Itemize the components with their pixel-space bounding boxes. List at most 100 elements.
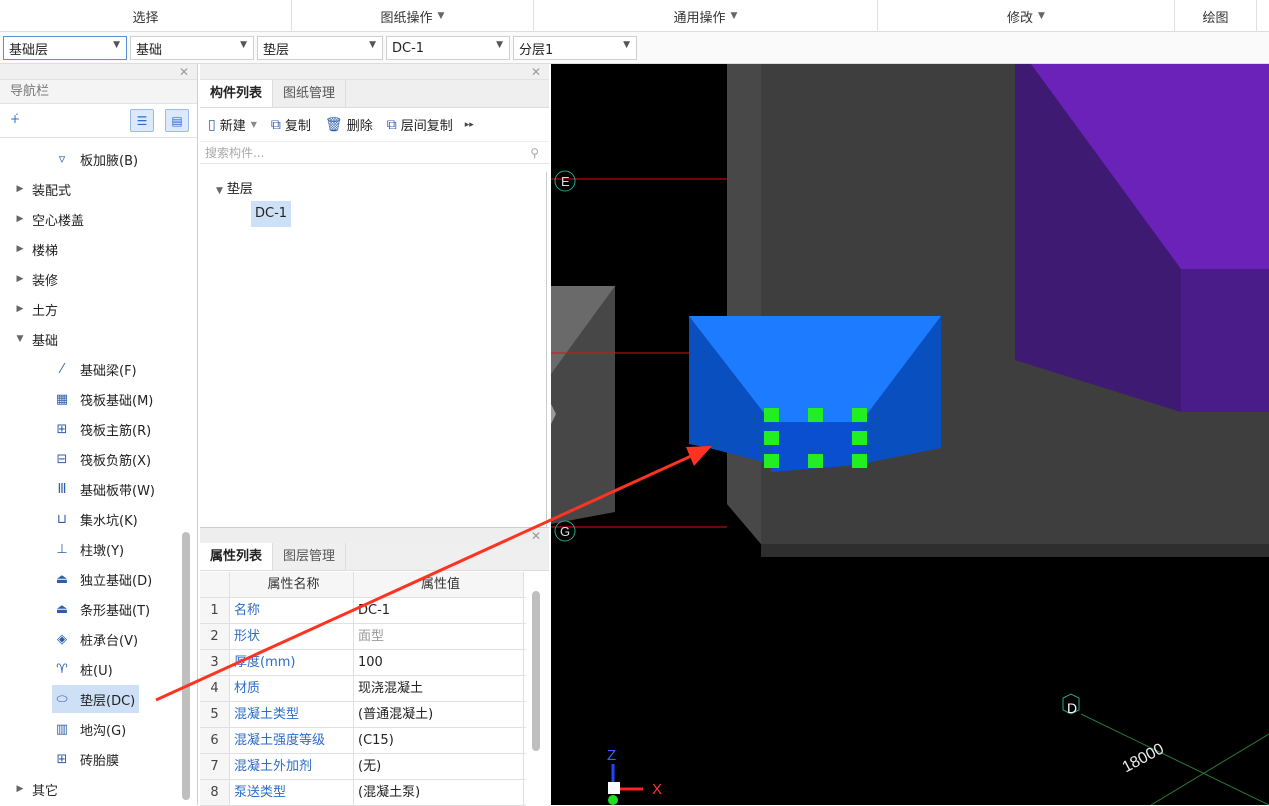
nav-item-foundation-strip[interactable]: Ⅲ 基础板带(W): [0, 474, 182, 504]
nav-item-brick-formwork[interactable]: ⊞ 砖胎膜: [0, 744, 182, 774]
table-row[interactable]: 5 混凝土类型 (普通混凝土): [200, 702, 526, 728]
property-value[interactable]: 100: [354, 650, 524, 675]
property-value[interactable]: (无): [354, 754, 524, 779]
row-number: 3: [200, 650, 230, 675]
floor-select[interactable]: 基础层 ▼: [3, 36, 127, 60]
nav-item-hollow-floor[interactable]: ▶ 空心楼盖: [0, 204, 182, 234]
table-row[interactable]: 8 泵送类型 (混凝土泵): [200, 780, 526, 806]
collapse-arrow-icon[interactable]: ▼: [12, 334, 28, 344]
row-number: 7: [200, 754, 230, 779]
nav-item-decoration[interactable]: ▶ 装修: [0, 264, 182, 294]
expand-arrow-icon[interactable]: ▶: [12, 304, 28, 314]
delete-button[interactable]: 🗑 删除: [325, 115, 373, 135]
nav-item-raft-main-rebar[interactable]: ⊞ 筏板主筋(R): [0, 414, 182, 444]
viewport-canvas[interactable]: E G D 18000 Z X: [551, 64, 1269, 805]
nav-item-earthwork[interactable]: ▶ 土方: [0, 294, 182, 324]
raft-negative-rebar-icon: ⊟: [56, 451, 68, 467]
ribbon-group-general-ops[interactable]: 通用操作 ▼: [534, 0, 878, 32]
ribbon-group-draw[interactable]: 绘图: [1175, 0, 1257, 32]
floor-copy-button[interactable]: ⧉ 层间复制: [387, 115, 453, 135]
nav-item-other[interactable]: ▶ 其它: [0, 774, 182, 804]
property-value[interactable]: (普通混凝土): [354, 702, 524, 727]
close-icon[interactable]: ✕: [531, 528, 541, 544]
grip-point[interactable]: [808, 454, 823, 468]
nav-item-raft-negative-rebar[interactable]: ⊟ 筏板负筋(X): [0, 444, 182, 474]
component-select[interactable]: DC-1 ▼: [386, 36, 510, 60]
search-icon[interactable]: ⚲: [530, 142, 539, 164]
nav-item-strip-footing[interactable]: ⏏ 条形基础(T): [0, 594, 182, 624]
nav-item-foundation[interactable]: ▼ 基础: [0, 324, 182, 354]
grip-point[interactable]: [764, 454, 779, 468]
nav-item-foundation-beam[interactable]: ⁄ 基础梁(F): [0, 354, 182, 384]
table-row[interactable]: 4 材质 现浇混凝土: [200, 676, 526, 702]
grip-point[interactable]: [764, 431, 779, 445]
close-icon[interactable]: ✕: [179, 64, 189, 80]
row-number: 6: [200, 728, 230, 753]
expand-arrow-icon[interactable]: ▶: [12, 184, 28, 194]
nav-tree: ▿ 板加腋(B) ▶ 装配式 ▶ 空心楼盖 ▶ 楼梯 ▶ 装修 ▶ 土方 ▼ 基础 ⁄ 基础梁(…: [0, 144, 182, 804]
nav-scrollbar[interactable]: [182, 532, 190, 800]
new-button[interactable]: ▯ 新建 ▼: [208, 115, 257, 135]
nav-item-isolated-footing[interactable]: ⏏ 独立基础(D): [0, 564, 182, 594]
tab-component-list[interactable]: 构件列表: [200, 80, 274, 107]
z-axis-label: Z: [607, 747, 616, 764]
chevron-down-icon: ▼: [437, 11, 445, 21]
3d-viewport[interactable]: E G D 18000 Z X: [551, 64, 1269, 805]
grip-point[interactable]: [852, 408, 867, 422]
nav-item-prefab[interactable]: ▶ 装配式: [0, 174, 182, 204]
nav-item-pile-cap[interactable]: ◈ 桩承台(V): [0, 624, 182, 654]
tab-drawing-management[interactable]: 图纸管理: [273, 80, 347, 107]
grip-point[interactable]: [764, 408, 779, 422]
layer-select[interactable]: 分层1 ▼: [513, 36, 637, 60]
table-row[interactable]: 1 名称 DC-1: [200, 598, 526, 624]
table-row[interactable]: 2 形状 面型: [200, 624, 526, 650]
ribbon-group-modify[interactable]: 修改 ▼: [878, 0, 1175, 32]
category-select[interactable]: 基础 ▼: [130, 36, 254, 60]
property-value[interactable]: 现浇混凝土: [354, 676, 524, 701]
nav-item-raft-foundation[interactable]: ▦ 筏板基础(M): [0, 384, 182, 414]
add-sparkle-icon[interactable]: +̇: [10, 112, 20, 126]
nav-item-trench[interactable]: ▥ 地沟(G): [0, 714, 182, 744]
ribbon-group-select[interactable]: 选择: [0, 0, 292, 32]
grip-point[interactable]: [852, 454, 867, 468]
grip-point[interactable]: [808, 408, 823, 422]
property-name-header: 属性名称: [230, 572, 354, 597]
nav-item-label: 集水坑(K): [80, 513, 138, 529]
nav-item-column-pier[interactable]: ⊥ 柱墩(Y): [0, 534, 182, 564]
nav-item-sump-pit[interactable]: ⊔ 集水坑(K): [0, 504, 182, 534]
nav-item-cushion-layer[interactable]: ⬭ 垫层(DC): [0, 684, 182, 714]
nav-item-pile[interactable]: ♈ 桩(U): [0, 654, 182, 684]
tab-property-list[interactable]: 属性列表: [200, 543, 274, 570]
nav-item-slab-haunch[interactable]: ▿ 板加腋(B): [0, 144, 182, 174]
component-search[interactable]: 搜索构件... ⚲: [200, 142, 549, 164]
close-icon[interactable]: ✕: [531, 64, 541, 80]
nav-item-label: 装修: [32, 273, 59, 289]
list-view-button[interactable]: ☰: [130, 109, 154, 132]
component-item[interactable]: DC-1: [251, 201, 292, 227]
property-scrollbar[interactable]: [532, 591, 540, 751]
slab-haunch-icon: ▿: [58, 151, 66, 167]
expand-arrow-icon[interactable]: ▶: [12, 274, 28, 284]
ribbon-group-drawing-ops[interactable]: 图纸操作 ▼: [292, 0, 534, 32]
copy-button[interactable]: ⧉ 复制: [271, 115, 311, 135]
more-icon[interactable]: ▸▸: [465, 120, 474, 130]
nav-item-stairs[interactable]: ▶ 楼梯: [0, 234, 182, 264]
tree-view-button[interactable]: ▤: [165, 109, 189, 132]
table-row[interactable]: 3 厚度(mm) 100: [200, 650, 526, 676]
collapse-arrow-icon[interactable]: ▼: [216, 186, 223, 196]
component-type-select[interactable]: 垫层 ▼: [257, 36, 383, 60]
table-row[interactable]: 7 混凝土外加剂 (无): [200, 754, 526, 780]
nav-item-label: 筏板负筋(X): [80, 453, 152, 469]
property-pane-header: ✕: [200, 527, 549, 543]
expand-arrow-icon[interactable]: ▶: [12, 784, 28, 794]
expand-arrow-icon[interactable]: ▶: [12, 244, 28, 254]
component-group[interactable]: ▼ 垫层: [216, 178, 253, 197]
axis-line-d: [1080, 713, 1269, 805]
table-row[interactable]: 6 混凝土强度等级 (C15): [200, 728, 526, 754]
tab-layer-management[interactable]: 图层管理: [273, 543, 347, 570]
property-value[interactable]: (C15): [354, 728, 524, 753]
grip-point[interactable]: [852, 431, 867, 445]
property-value[interactable]: DC-1: [354, 598, 524, 623]
property-value[interactable]: (混凝土泵): [354, 780, 524, 805]
expand-arrow-icon[interactable]: ▶: [12, 214, 28, 224]
